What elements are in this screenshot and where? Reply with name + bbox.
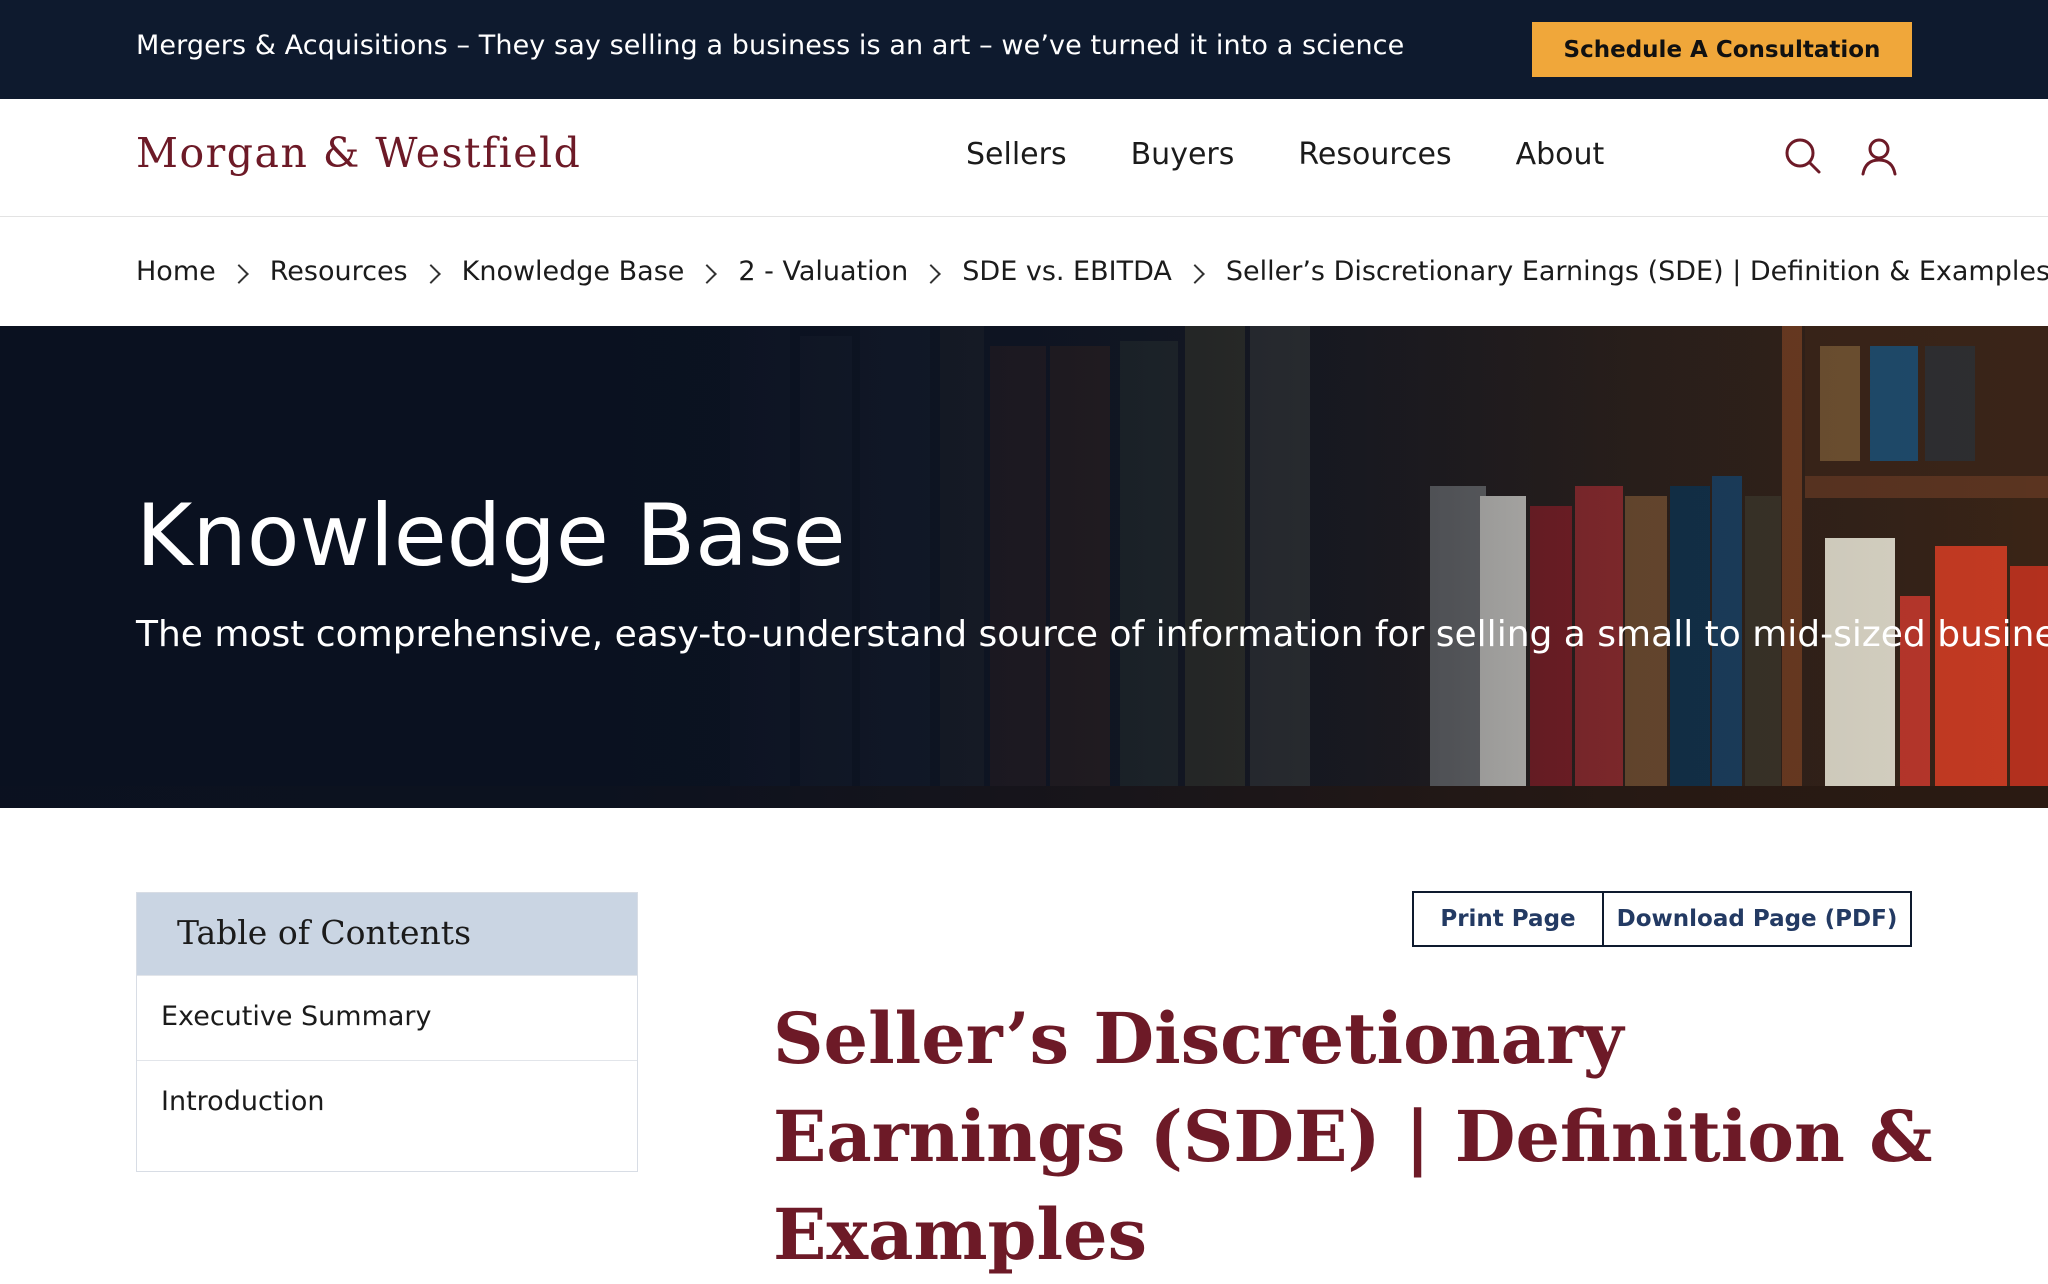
toc-item-executive-summary[interactable]: Executive Summary <box>137 975 637 1060</box>
chevron-right-icon <box>921 263 942 284</box>
print-page-button[interactable]: Print Page <box>1414 893 1604 945</box>
user-icon[interactable] <box>1859 136 1899 176</box>
hero-title: Knowledge Base <box>136 486 846 586</box>
hero-banner: Knowledge Base The most comprehensive, e… <box>0 326 2048 808</box>
breadcrumb-resources[interactable]: Resources <box>270 256 408 287</box>
article-title: Seller’s Discretionary Earnings (SDE) | … <box>773 997 1933 1276</box>
announcement-bar: Mergers & Acquisitions – They say sellin… <box>0 0 2048 99</box>
download-pdf-button[interactable]: Download Page (PDF) <box>1604 893 1910 945</box>
table-of-contents: Table of Contents Executive Summary Intr… <box>136 892 638 1172</box>
main-nav: Sellers Buyers Resources About <box>966 137 1668 172</box>
tagline-text: Mergers & Acquisitions – They say sellin… <box>136 30 1405 61</box>
breadcrumb-knowledge-base[interactable]: Knowledge Base <box>462 256 685 287</box>
chevron-right-icon <box>1184 263 1205 284</box>
chevron-right-icon <box>420 263 441 284</box>
breadcrumb-current: Seller’s Discretionary Earnings (SDE) | … <box>1225 256 2048 287</box>
nav-item-resources[interactable]: Resources <box>1298 137 1451 172</box>
toc-item-introduction[interactable]: Introduction <box>137 1060 637 1145</box>
toc-heading: Table of Contents <box>137 893 637 975</box>
breadcrumb-valuation[interactable]: 2 - Valuation <box>738 256 908 287</box>
nav-item-sellers[interactable]: Sellers <box>966 137 1067 172</box>
chevron-right-icon <box>228 263 249 284</box>
search-icon[interactable] <box>1783 136 1823 176</box>
schedule-consultation-button[interactable]: Schedule A Consultation <box>1532 22 1912 77</box>
hero-subtitle: The most comprehensive, easy-to-understa… <box>136 614 2048 655</box>
page-actions: Print Page Download Page (PDF) <box>1412 891 1912 947</box>
breadcrumb-sde-vs-ebitda[interactable]: SDE vs. EBITDA <box>962 256 1172 287</box>
breadcrumb-home[interactable]: Home <box>136 256 216 287</box>
chevron-right-icon <box>697 263 718 284</box>
site-header: Morgan & Westfield Sellers Buyers Resour… <box>0 99 2048 217</box>
nav-item-about[interactable]: About <box>1516 137 1605 172</box>
breadcrumb: Home Resources Knowledge Base 2 - Valuat… <box>136 256 2048 287</box>
nav-item-buyers[interactable]: Buyers <box>1131 137 1235 172</box>
logo[interactable]: Morgan & Westfield <box>136 129 581 177</box>
